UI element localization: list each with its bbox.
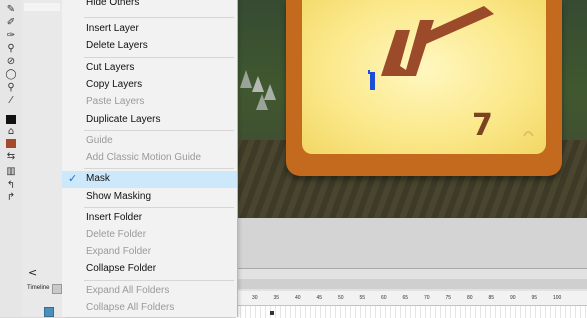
answer-board: 7: [286, 0, 562, 176]
menu-separator: [84, 17, 234, 18]
frame-ruler[interactable]: 30 35 40 45 50 55 60 65 70 75 80 85 90 95 100: [236, 291, 587, 306]
paint-bucket-small-icon[interactable]: ⌂: [4, 126, 18, 137]
pen-tool-icon[interactable]: ✎: [4, 4, 18, 15]
smooth-icon[interactable]: ↰: [4, 180, 18, 191]
layer-context-menu: Hide Others Insert Layer Delete Layers C…: [62, 0, 238, 317]
menu-item-duplicate-layers[interactable]: Duplicate Layers: [62, 112, 237, 129]
eraser-tool-icon[interactable]: ⁄: [4, 95, 18, 106]
paint-bucket-tool-icon[interactable]: ⊘: [4, 56, 18, 67]
tools-toolbar: ✎ ✐ ✑ ⚲ ⊘ ◯ ⚲ ⁄ ⌂ ⇆ ▥ ↰ ↱: [0, 0, 23, 317]
frame-ruler-tick: 40: [295, 295, 301, 301]
frame-ruler-tick: 100: [553, 295, 562, 301]
menu-separator: [84, 130, 234, 131]
frame-ruler-tick: 80: [467, 295, 473, 301]
panel-tab: [24, 3, 60, 11]
menu-item-hide-others[interactable]: Hide Others: [62, 0, 237, 15]
menu-separator: [84, 280, 234, 281]
ink-bottle-tool-icon[interactable]: ⚲: [4, 43, 18, 54]
timeline-tab-label[interactable]: Timeline: [27, 285, 49, 291]
menu-item-expand-folder[interactable]: Expand Folder: [62, 244, 237, 261]
answer-digit: 7: [472, 108, 493, 143]
eyedropper-tool-icon[interactable]: ◯: [4, 69, 18, 80]
frame-ruler-tick: 45: [316, 295, 323, 301]
menu-item-cut-layers[interactable]: Cut Layers: [62, 60, 237, 77]
stroke-color-swatch[interactable]: [6, 115, 16, 124]
frame-ruler-tick: 70: [424, 295, 430, 301]
swap-colors-icon[interactable]: ⇆: [4, 151, 18, 162]
menu-item-guide[interactable]: Guide: [62, 133, 237, 150]
frame-ruler-tick: 60: [381, 295, 387, 301]
frame-ruler-tick: 95: [531, 295, 538, 301]
timeline-options-icon[interactable]: [52, 284, 62, 294]
zoom-tool-icon[interactable]: ⚲: [4, 82, 18, 93]
frame-cells[interactable]: [236, 306, 587, 318]
menu-item-mask[interactable]: ✓ Mask: [62, 171, 237, 188]
timeline-panel: 30 35 40 45 50 55 60 65 70 75 80 85 90 95 100: [236, 268, 587, 318]
menu-item-delete-layers[interactable]: Delete Layers: [62, 38, 237, 55]
menu-item-copy-layers[interactable]: Copy Layers: [62, 77, 237, 94]
menu-item-expand-all-folders[interactable]: Expand All Folders: [62, 283, 237, 300]
menu-item-add-classic-motion-guide[interactable]: Add Classic Motion Guide: [62, 150, 237, 167]
selection-cursor-marker[interactable]: [368, 70, 378, 94]
menu-item-delete-folder[interactable]: Delete Folder: [62, 227, 237, 244]
check-icon: ✓: [68, 172, 78, 185]
frame-ruler-tick: 30: [252, 295, 258, 301]
layer-icon: [44, 307, 54, 317]
stage-pasteboard: [236, 218, 587, 268]
menu-item-show-masking[interactable]: Show Masking: [62, 189, 237, 206]
menu-separator: [84, 168, 234, 169]
frame-ruler-tick: 35: [273, 295, 280, 301]
brown-glyph-shape: [381, 6, 534, 137]
straighten-icon[interactable]: ↱: [4, 192, 18, 203]
collapse-panel-button[interactable]: <: [28, 266, 37, 279]
fill-color-swatch[interactable]: [6, 139, 16, 148]
brush-tool-icon[interactable]: ✑: [4, 30, 18, 41]
frame-ruler-tick: 90: [510, 295, 516, 301]
menu-separator: [84, 57, 234, 58]
timeline-scrollbar[interactable]: [236, 279, 587, 289]
stage-canvas[interactable]: 7: [236, 0, 587, 218]
menu-item-collapse-all-folders[interactable]: Collapse All Folders: [62, 300, 237, 317]
frame-ruler-tick: 50: [338, 295, 344, 301]
frame-ruler-tick: 55: [359, 295, 366, 301]
frame-ruler-tick: 85: [488, 295, 495, 301]
menu-item-paste-layers[interactable]: Paste Layers: [62, 94, 237, 111]
menu-item-collapse-folder[interactable]: Collapse Folder: [62, 261, 237, 278]
frame-ruler-tick: 75: [445, 295, 452, 301]
menu-separator: [84, 207, 234, 208]
menu-item-insert-layer[interactable]: Insert Layer: [62, 21, 237, 38]
keyframe-marker[interactable]: [270, 311, 274, 315]
menu-item-insert-folder[interactable]: Insert Folder: [62, 210, 237, 227]
snap-icon[interactable]: ▥: [4, 166, 18, 177]
frame-ruler-tick: 65: [402, 295, 409, 301]
pencil-tool-icon[interactable]: ✐: [4, 17, 18, 28]
